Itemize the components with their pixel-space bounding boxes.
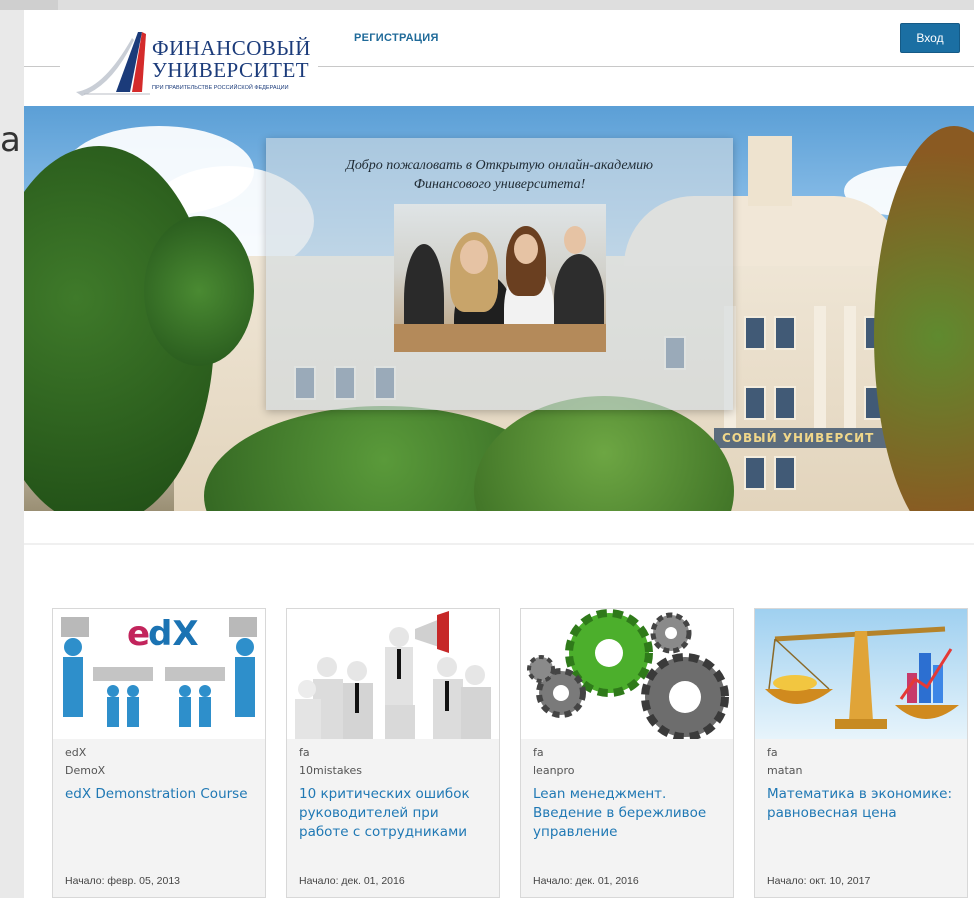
building-window xyxy=(774,456,796,490)
welcome-text: Добро пожаловать в Открытую онлайн-акаде… xyxy=(286,156,713,194)
course-code: DemoX xyxy=(65,764,106,777)
building-window xyxy=(774,316,796,350)
course-card[interactable]: fa leanpro Lean менеджмент. Введение в б… xyxy=(520,608,734,898)
course-start-date: Начало: февр. 05, 2013 xyxy=(65,875,181,887)
student-face xyxy=(514,234,538,264)
building-window xyxy=(744,386,766,420)
hero-banner: СОВЫЙ УНИВЕРСИТ Добро пожаловать в Откры… xyxy=(24,106,974,511)
course-card[interactable]: fa matan Математика в экономике: равнове… xyxy=(754,608,968,898)
scales-icon xyxy=(755,609,967,739)
course-code: 10mistakes xyxy=(299,764,363,777)
course-org: fa xyxy=(533,746,544,759)
course-title-link[interactable]: Lean менеджмент. Введение в бережливое у… xyxy=(533,785,723,842)
flag-logo-icon xyxy=(76,32,150,96)
course-code: matan xyxy=(767,764,803,777)
page: ФИНАНСОВЫЙ УНИВЕРСИТЕТ ПРИ ПРАВИТЕЛЬСТВЕ… xyxy=(24,10,974,898)
background-text: а xyxy=(0,120,21,160)
building-column xyxy=(844,306,856,436)
site-header: ФИНАНСОВЫЙ УНИВЕРСИТЕТ ПРИ ПРАВИТЕЛЬСТВЕ… xyxy=(24,10,974,106)
course-org: fa xyxy=(299,746,310,759)
gears-icon xyxy=(521,609,733,739)
edx-puzzle-people-icon: e dX xyxy=(53,609,265,739)
course-start-date: Начало: дек. 01, 2016 xyxy=(299,875,405,887)
building-window xyxy=(774,386,796,420)
svg-text:dX: dX xyxy=(148,614,199,654)
course-title-link[interactable]: Математика в экономике: равновесная цена xyxy=(767,785,957,823)
building-column xyxy=(814,306,826,436)
building-tower xyxy=(748,136,792,206)
svg-text:e: e xyxy=(127,614,150,654)
course-org: edX xyxy=(65,746,87,759)
logo-subtitle: ПРИ ПРАВИТЕЛЬСТВЕ РОССИЙСКОЙ ФЕДЕРАЦИИ xyxy=(152,85,289,91)
welcome-line2: Финансового университета! xyxy=(413,177,586,192)
course-code: leanpro xyxy=(533,764,575,777)
desk xyxy=(394,324,606,352)
login-button[interactable]: Вход xyxy=(900,23,960,53)
logo-title-line2: УНИВЕРСИТЕТ xyxy=(152,58,310,82)
register-link[interactable]: РЕГИСТРАЦИЯ xyxy=(354,32,439,44)
course-org: fa xyxy=(767,746,778,759)
window-top-strip xyxy=(0,0,974,10)
course-card[interactable]: e dX edX DemoX edX Demonstration Course … xyxy=(52,608,266,898)
welcome-panel: Добро пожаловать в Открытую онлайн-акаде… xyxy=(266,138,733,410)
university-logo[interactable]: ФИНАНСОВЫЙ УНИВЕРСИТЕТ ПРИ ПРАВИТЕЛЬСТВЕ… xyxy=(60,22,318,104)
course-start-date: Начало: окт. 10, 2017 xyxy=(767,875,871,887)
section-divider xyxy=(24,543,974,545)
tree-left-small xyxy=(144,216,254,366)
megaphone-leader-icon xyxy=(287,609,499,739)
course-title-link[interactable]: edX Demonstration Course xyxy=(65,785,255,804)
building-window xyxy=(744,316,766,350)
welcome-line1: Добро пожаловать в Открытую онлайн-акаде… xyxy=(345,158,654,173)
students-photo xyxy=(394,204,606,352)
student-face xyxy=(564,226,586,254)
course-start-date: Начало: дек. 01, 2016 xyxy=(533,875,639,887)
student-face xyxy=(460,240,488,274)
window-tab xyxy=(0,0,58,10)
course-title-link[interactable]: 10 критических ошибок руководителей при … xyxy=(299,785,489,842)
building-window xyxy=(744,456,766,490)
course-card[interactable]: fa 10mistakes 10 критических ошибок руко… xyxy=(286,608,500,898)
